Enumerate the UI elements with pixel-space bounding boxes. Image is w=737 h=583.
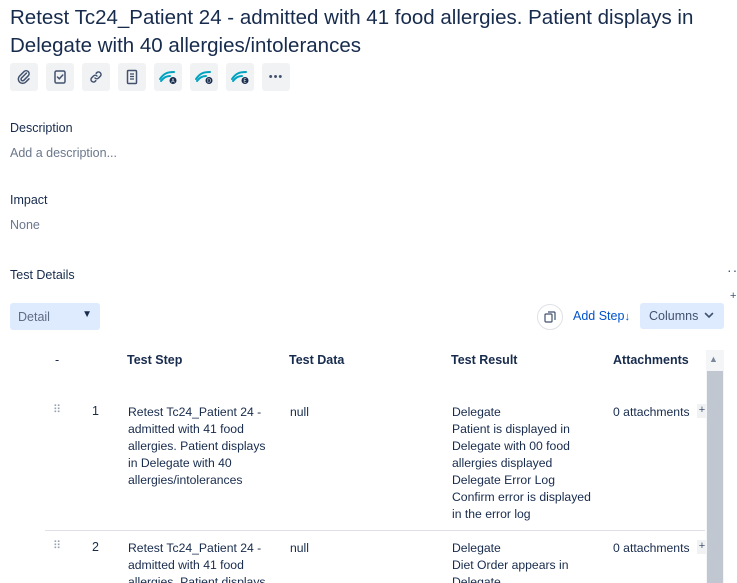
svg-text:A: A [171, 78, 175, 84]
chevron-down-icon [704, 312, 714, 319]
view-select[interactable]: Detail ▼ [10, 303, 100, 330]
app-a-button[interactable]: A [154, 63, 182, 91]
test-details-more-button[interactable]: ·· [727, 262, 737, 278]
attachments-count: 0 attachments [613, 405, 690, 419]
test-data-header: Test Data [289, 353, 345, 367]
add-step-label: Add Step [573, 309, 625, 323]
add-step-button[interactable]: Add Step↓ [573, 309, 630, 323]
app-e-icon: E [231, 71, 249, 84]
app-d-button[interactable]: D [190, 63, 218, 91]
view-select-value: Detail [18, 309, 50, 324]
app-d-icon: D [195, 71, 213, 84]
paperclip-icon [17, 69, 30, 85]
more-actions-button[interactable]: ••• [262, 63, 290, 91]
row-divider [45, 530, 705, 531]
copy-button[interactable] [537, 304, 563, 330]
test-step-header: Test Step [127, 353, 183, 367]
test-details-label: Test Details [10, 268, 75, 282]
app-a-icon: A [159, 71, 177, 84]
attachments-header: Attachments [613, 353, 689, 367]
link-icon [90, 71, 102, 83]
more-icon: ••• [268, 71, 284, 83]
data-text[interactable]: null [290, 404, 309, 421]
data-text[interactable]: null [290, 540, 309, 557]
drag-handle-icon[interactable]: ⠿ [53, 541, 61, 552]
test-result-header: Test Result [451, 353, 518, 367]
step-number: 2 [92, 540, 99, 554]
description-label: Description [10, 121, 73, 135]
copy-icon [544, 311, 556, 323]
step-text[interactable]: Retest Tc24_Patient 24 - admitted with 4… [128, 404, 278, 489]
columns-button[interactable]: Columns [640, 303, 724, 329]
issue-toolbar: A D E ••• [10, 63, 290, 91]
svg-text:D: D [207, 78, 211, 84]
drag-handle-icon[interactable]: ⠿ [53, 405, 61, 416]
svg-text:E: E [243, 78, 246, 84]
result-text[interactable]: Delegate Patient is displayed in Delegat… [452, 404, 607, 523]
step-number: 1 [92, 404, 99, 418]
columns-label: Columns [649, 309, 699, 323]
app-e-button[interactable]: E [226, 63, 254, 91]
caret-down-icon: ▼ [82, 309, 92, 320]
impact-value[interactable]: None [10, 218, 40, 232]
sort-column-header[interactable]: - [55, 353, 59, 367]
checklist-icon [54, 70, 66, 84]
impact-label: Impact [10, 193, 48, 207]
page-button[interactable] [118, 63, 146, 91]
scrollbar-thumb[interactable] [707, 371, 723, 583]
link-issue-button[interactable] [82, 63, 110, 91]
document-icon [126, 69, 138, 85]
issue-title[interactable]: Retest Tc24_Patient 24 - admitted with 4… [10, 4, 732, 60]
attach-button[interactable] [10, 63, 38, 91]
attachments-count: 0 attachments [613, 541, 690, 555]
step-text[interactable]: Retest Tc24_Patient 24 - admitted with 4… [128, 540, 278, 583]
checklist-button[interactable] [46, 63, 74, 91]
description-placeholder[interactable]: Add a description... [10, 146, 117, 160]
scroll-up-icon[interactable]: ▲ [709, 354, 718, 364]
arrow-down-icon: ↓ [624, 311, 630, 323]
side-plus-icon[interactable]: + [730, 290, 737, 306]
result-text[interactable]: Delegate Diet Order appears in Delegate [452, 540, 607, 583]
